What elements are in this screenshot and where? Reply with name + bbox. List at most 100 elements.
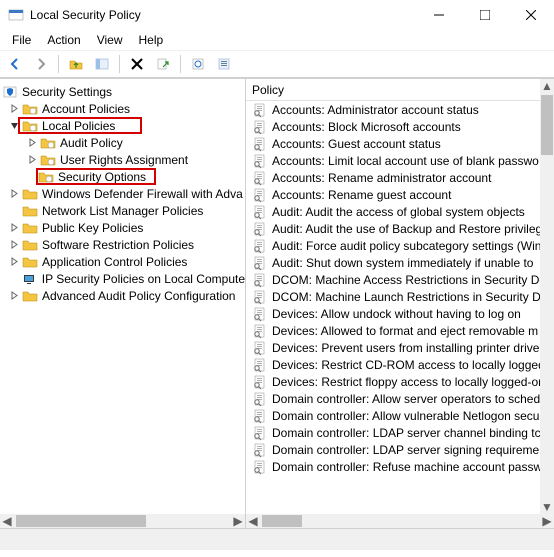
expand-icon[interactable] — [6, 240, 22, 249]
list-row[interactable]: Devices: Allow undock without having to … — [246, 305, 540, 322]
scroll-thumb[interactable] — [541, 95, 553, 155]
tree-item-user-rights[interactable]: User Rights Assignment — [0, 151, 245, 168]
menu-action[interactable]: Action — [39, 31, 88, 49]
list-row[interactable]: Devices: Restrict CD-ROM access to local… — [246, 356, 540, 373]
policy-icon — [252, 136, 268, 152]
list-row[interactable]: Accounts: Administrator account status — [246, 101, 540, 118]
list-row[interactable]: Audit: Audit the use of Backup and Resto… — [246, 220, 540, 237]
list-row[interactable]: Devices: Restrict floppy access to local… — [246, 373, 540, 390]
scroll-down-icon[interactable]: ▼ — [540, 500, 554, 514]
expand-icon[interactable] — [6, 257, 22, 266]
expand-icon[interactable] — [6, 223, 22, 232]
policy-label: Devices: Allow undock without having to … — [272, 307, 521, 321]
policy-label: Accounts: Limit local account use of bla… — [272, 154, 539, 168]
expand-icon[interactable] — [6, 189, 22, 198]
menu-file[interactable]: File — [4, 31, 39, 49]
scroll-right-icon[interactable]: ▶ — [540, 514, 554, 528]
scroll-thumb[interactable] — [262, 515, 302, 527]
policy-label: Audit: Audit the use of Backup and Resto… — [272, 222, 540, 236]
tree-horizontal-scrollbar[interactable]: ◀ ▶ — [0, 514, 245, 528]
scroll-left-icon[interactable]: ◀ — [246, 514, 260, 528]
tree-item-audit-policy[interactable]: Audit Policy — [0, 134, 245, 151]
list-row[interactable]: DCOM: Machine Launch Restrictions in Sec… — [246, 288, 540, 305]
toolbar-separator — [180, 55, 181, 73]
list-row[interactable]: Audit: Force audit policy subcategory se… — [246, 237, 540, 254]
policy-icon — [252, 272, 268, 288]
expand-icon[interactable] — [6, 104, 22, 113]
show-hide-tree-button[interactable] — [91, 53, 113, 75]
list-row[interactable]: Domain controller: Refuse machine accoun… — [246, 458, 540, 475]
back-button[interactable] — [4, 53, 26, 75]
folder-icon — [22, 237, 38, 253]
tree-item-public-key[interactable]: Public Key Policies — [0, 219, 245, 236]
menu-help[interactable]: Help — [131, 31, 172, 49]
policy-label: DCOM: Machine Launch Restrictions in Sec… — [272, 290, 540, 304]
tree-label: Account Policies — [42, 102, 130, 116]
export-button[interactable] — [152, 53, 174, 75]
list-row[interactable]: Accounts: Limit local account use of bla… — [246, 152, 540, 169]
tree-item-app-control[interactable]: Application Control Policies — [0, 253, 245, 270]
up-button[interactable] — [65, 53, 87, 75]
forward-button[interactable] — [30, 53, 52, 75]
list-row[interactable]: Accounts: Guest account status — [246, 135, 540, 152]
list-row[interactable]: DCOM: Machine Access Restrictions in Sec… — [246, 271, 540, 288]
menu-view[interactable]: View — [89, 31, 131, 49]
list-row[interactable]: Domain controller: LDAP server signing r… — [246, 441, 540, 458]
scroll-up-icon[interactable]: ▲ — [540, 79, 554, 93]
tree-label: IP Security Policies on Local Compute — [42, 272, 245, 286]
expand-icon[interactable] — [24, 138, 40, 147]
tree-label: Software Restriction Policies — [42, 238, 194, 252]
scroll-right-icon[interactable]: ▶ — [231, 514, 245, 528]
tree-item-software-restriction[interactable]: Software Restriction Policies — [0, 236, 245, 253]
list-row[interactable]: Audit: Audit the access of global system… — [246, 203, 540, 220]
policy-label: Devices: Allowed to format and eject rem… — [272, 324, 538, 338]
refresh-button[interactable] — [187, 53, 209, 75]
list-row[interactable]: Accounts: Rename administrator account — [246, 169, 540, 186]
maximize-button[interactable] — [462, 0, 508, 30]
policy-icon — [252, 119, 268, 135]
policy-icon — [252, 289, 268, 305]
tree-root[interactable]: Security Settings — [0, 83, 245, 100]
list-row[interactable]: Devices: Prevent users from installing p… — [246, 339, 540, 356]
policy-label: Domain controller: Allow server operator… — [272, 392, 540, 406]
list-row[interactable]: Accounts: Rename guest account — [246, 186, 540, 203]
list-horizontal-scrollbar[interactable]: ◀ ▶ — [246, 514, 554, 528]
tree-item-security-options[interactable]: Security Options — [0, 168, 245, 185]
tree-item-account-policies[interactable]: Account Policies — [0, 100, 245, 117]
tree-item-firewall[interactable]: Windows Defender Firewall with Adva — [0, 185, 245, 202]
expand-icon[interactable] — [6, 291, 22, 300]
list-row[interactable]: Audit: Shut down system immediately if u… — [246, 254, 540, 271]
collapse-icon[interactable] — [6, 121, 22, 130]
tree-item-local-policies[interactable]: Local Policies — [0, 117, 245, 134]
list-row[interactable]: Domain controller: Allow vulnerable Netl… — [246, 407, 540, 424]
folder-icon — [22, 186, 38, 202]
list-row[interactable]: Devices: Allowed to format and eject rem… — [246, 322, 540, 339]
tree-label: Local Policies — [42, 119, 115, 133]
minimize-button[interactable] — [416, 0, 462, 30]
tree-pane: Security Settings Account Policies Local… — [0, 79, 246, 528]
scroll-thumb[interactable] — [16, 515, 146, 527]
tree-item-ipsec[interactable]: IP Security Policies on Local Compute — [0, 270, 245, 287]
list-row[interactable]: Accounts: Block Microsoft accounts — [246, 118, 540, 135]
delete-button[interactable] — [126, 53, 148, 75]
expand-icon[interactable] — [24, 155, 40, 164]
list-row[interactable]: Domain controller: LDAP server channel b… — [246, 424, 540, 441]
policy-label: Audit: Force audit policy subcategory se… — [272, 239, 540, 253]
list-vertical-scrollbar[interactable]: ▲ ▼ — [540, 79, 554, 514]
column-policy[interactable]: Policy — [252, 83, 284, 97]
scroll-left-icon[interactable]: ◀ — [0, 514, 14, 528]
list-row[interactable]: Domain controller: Allow server operator… — [246, 390, 540, 407]
tree-item-network-list[interactable]: Network List Manager Policies — [0, 202, 245, 219]
policy-label: Domain controller: Refuse machine accoun… — [272, 460, 540, 474]
close-button[interactable] — [508, 0, 554, 30]
list-header[interactable]: Policy — [246, 79, 554, 101]
tree-label: Advanced Audit Policy Configuration — [42, 289, 235, 303]
policy-icon — [252, 238, 268, 254]
properties-button[interactable] — [213, 53, 235, 75]
policy-icon — [252, 408, 268, 424]
app-icon — [8, 7, 24, 23]
policy-label: Accounts: Block Microsoft accounts — [272, 120, 461, 134]
status-bar — [0, 528, 554, 550]
title-bar: Local Security Policy — [0, 0, 554, 30]
tree-item-advanced-audit[interactable]: Advanced Audit Policy Configuration — [0, 287, 245, 304]
